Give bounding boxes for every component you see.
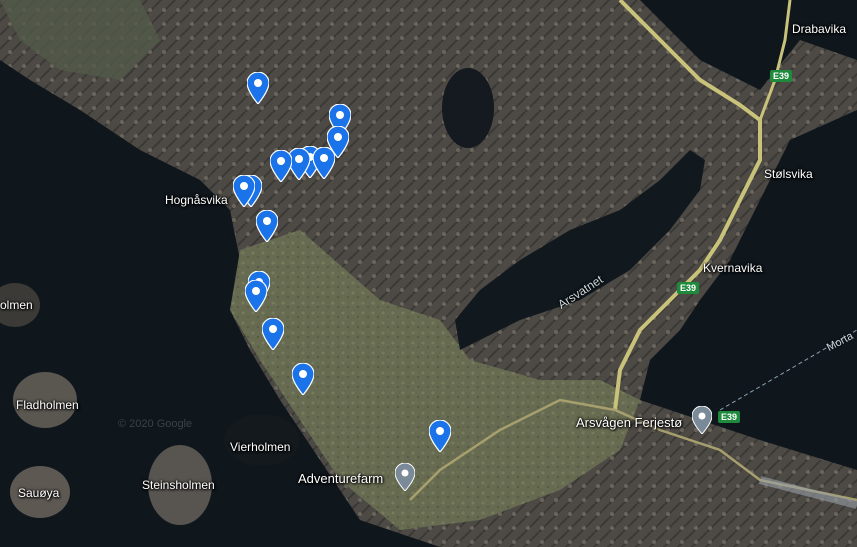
location-marker-icon[interactable] <box>247 72 269 104</box>
place-label-hognasvika: Hognåsvika <box>165 193 228 207</box>
poi-pin-icon[interactable] <box>691 405 713 435</box>
location-marker-icon[interactable] <box>270 150 292 182</box>
road-shield-e39: E39 <box>718 411 741 423</box>
location-marker-icon[interactable] <box>262 318 284 350</box>
place-label-stolsvika: Stølsvika <box>764 167 813 181</box>
location-marker-icon[interactable] <box>292 363 314 395</box>
poi-pin-icon[interactable] <box>394 462 416 492</box>
location-marker-icon[interactable] <box>233 175 255 207</box>
location-marker-icon[interactable] <box>245 280 267 312</box>
location-marker-icon[interactable] <box>313 147 335 179</box>
place-label-vierholmen: Vierholmen <box>230 440 291 454</box>
place-label-fladholmen: Fladholmen <box>16 398 79 412</box>
place-label-drabavika: Drabavika <box>792 22 847 36</box>
place-label-sauoya: Sauøya <box>18 486 60 500</box>
satellite-map[interactable]: Drabavika Stølsvika Hognåsvika Kvernavik… <box>0 0 857 547</box>
place-label-steinsholmen: Steinsholmen <box>142 478 215 492</box>
location-marker-icon[interactable] <box>429 420 451 452</box>
poi-label-arsvagen-ferjesto[interactable]: Arsvågen Ferjestø <box>576 415 682 430</box>
location-marker-icon[interactable] <box>256 210 278 242</box>
road-shield-e39: E39 <box>677 282 700 294</box>
place-label-holmen: olmen <box>0 298 33 312</box>
poi-label-adventurefarm[interactable]: Adventurefarm <box>298 471 383 486</box>
road-shield-e39: E39 <box>770 70 793 82</box>
place-label-kvernavika: Kvernavika <box>703 261 763 275</box>
map-copyright-watermark: © 2020 Google <box>118 418 193 430</box>
